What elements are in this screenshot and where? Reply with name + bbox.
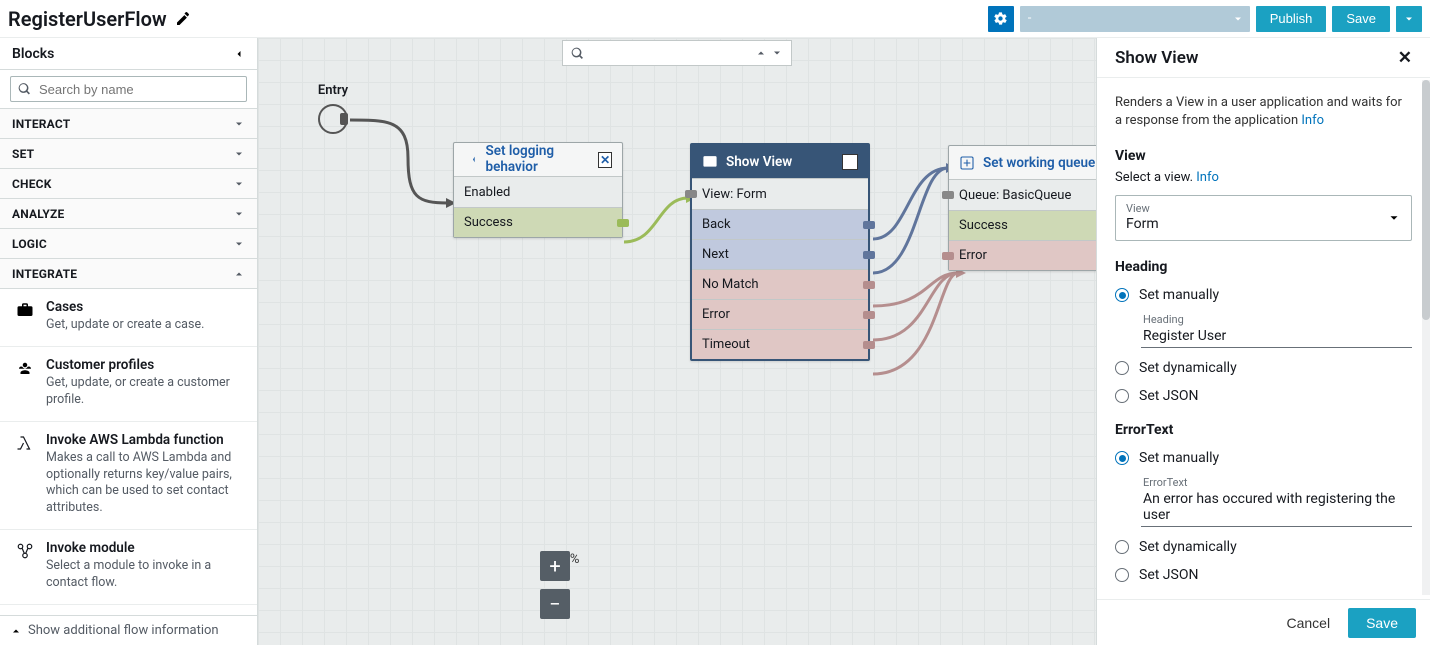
- block-show-view[interactable]: Show ViewRenders a View in a user applic…: [0, 605, 257, 615]
- chevron-down-icon: [233, 148, 245, 160]
- zoom-out-button[interactable]: −: [540, 589, 570, 619]
- chevron-up-icon[interactable]: [755, 47, 767, 59]
- toggle-icon: [464, 152, 477, 168]
- search-icon: [571, 47, 584, 60]
- block-search: [10, 76, 247, 102]
- status-select-value: -: [1028, 11, 1032, 26]
- sidebar-header: Blocks: [0, 38, 257, 70]
- heading-set-json[interactable]: Set JSON: [1115, 388, 1412, 404]
- view-info-link[interactable]: Info: [1196, 170, 1219, 185]
- block-list: CasesGet, update or create a case. Custo…: [0, 289, 257, 615]
- chevron-up-icon: [10, 625, 22, 637]
- block-cases[interactable]: CasesGet, update or create a case.: [0, 289, 257, 347]
- close-icon[interactable]: ✕: [598, 152, 612, 168]
- category-check[interactable]: CHECK: [0, 169, 257, 199]
- node-show-view[interactable]: Show View ✕ View: Form Back Next No Matc…: [690, 143, 870, 361]
- node-set-queue[interactable]: Set working queue Queue: BasicQueue Succ…: [948, 145, 1096, 271]
- close-icon[interactable]: ✕: [842, 154, 858, 170]
- node-set-logging[interactable]: Set logging behavior ✕ Enabled Success: [453, 142, 623, 238]
- heading-set-manually[interactable]: Set manually: [1115, 287, 1412, 303]
- category-integrate[interactable]: INTEGRATE: [0, 259, 257, 289]
- chevron-down-icon: [233, 118, 245, 130]
- error-set-manually[interactable]: Set manually: [1115, 450, 1412, 466]
- chevron-down-icon: [233, 208, 245, 220]
- cancel-button[interactable]: Cancel: [1278, 611, 1338, 635]
- panel-save-button[interactable]: Save: [1348, 608, 1416, 638]
- chevron-down-icon: [1403, 13, 1415, 25]
- category-logic[interactable]: LOGIC: [0, 229, 257, 259]
- blocks-sidebar: Blocks INTERACT SET CHECK ANALYZE LOGIC …: [0, 38, 258, 645]
- block-customer-profiles[interactable]: Customer profilesGet, update, or create …: [0, 347, 257, 422]
- errortext-input[interactable]: ErrorText An error has occured with regi…: [1141, 476, 1412, 527]
- block-invoke-module[interactable]: Invoke moduleSelect a module to invoke i…: [0, 530, 257, 605]
- flow-canvas[interactable]: 100% + − Entry: [258, 38, 1096, 645]
- chevron-down-icon: [233, 178, 245, 190]
- heading-input[interactable]: Heading Register User: [1141, 313, 1412, 348]
- error-set-dynamically[interactable]: Set dynamically: [1115, 539, 1412, 555]
- block-invoke-lambda[interactable]: Invoke AWS Lambda functionMakes a call t…: [0, 422, 257, 531]
- profile-icon: [16, 359, 34, 377]
- error-set-json[interactable]: Set JSON: [1115, 567, 1412, 583]
- heading-section: Heading: [1115, 259, 1412, 275]
- heading-set-dynamically[interactable]: Set dynamically: [1115, 360, 1412, 376]
- errortext-section: ErrorText: [1115, 422, 1412, 438]
- flow-title-wrap: RegisterUserFlow: [8, 7, 191, 31]
- scrollbar[interactable]: [1422, 80, 1430, 595]
- chevron-up-icon: [233, 268, 245, 280]
- module-icon: [16, 542, 34, 560]
- queue-icon: [959, 155, 975, 171]
- save-options-button[interactable]: [1396, 6, 1422, 32]
- category-set[interactable]: SET: [0, 139, 257, 169]
- entry-circle-icon: [318, 104, 348, 134]
- briefcase-icon: [16, 301, 34, 319]
- view-dropdown[interactable]: View Form: [1115, 195, 1412, 241]
- view-section-heading: View: [1115, 148, 1412, 164]
- flow-title: RegisterUserFlow: [8, 7, 167, 31]
- status-select[interactable]: -: [1020, 6, 1250, 32]
- publish-button[interactable]: Publish: [1256, 6, 1327, 32]
- chevron-down-icon[interactable]: [771, 47, 783, 59]
- save-button[interactable]: Save: [1332, 6, 1390, 32]
- category-interact[interactable]: INTERACT: [0, 109, 257, 139]
- edit-title-icon[interactable]: [175, 11, 191, 27]
- properties-panel: Show View ✕ Renders a View in a user app…: [1096, 38, 1430, 645]
- zoom-in-button[interactable]: +: [540, 551, 570, 581]
- chevron-down-icon: [233, 238, 245, 250]
- view-icon: [702, 154, 718, 170]
- category-analyze[interactable]: ANALYZE: [0, 199, 257, 229]
- canvas-search[interactable]: [562, 40, 792, 66]
- collapse-sidebar-icon[interactable]: [233, 48, 245, 60]
- app-header: RegisterUserFlow - Publish Save: [0, 0, 1430, 38]
- panel-title: Show View: [1115, 48, 1198, 68]
- sidebar-title: Blocks: [12, 46, 54, 62]
- panel-description: Renders a View in a user application and…: [1115, 94, 1412, 130]
- close-icon[interactable]: ✕: [1398, 48, 1412, 68]
- chevron-down-icon: [1232, 13, 1244, 25]
- entry-node[interactable]: Entry: [303, 83, 363, 134]
- show-additional-flow-info[interactable]: Show additional flow information: [0, 615, 257, 645]
- info-link[interactable]: Info: [1301, 113, 1324, 128]
- search-icon: [18, 83, 31, 96]
- search-input[interactable]: [10, 76, 247, 102]
- settings-button[interactable]: [988, 6, 1014, 32]
- lambda-icon: [16, 434, 34, 452]
- chevron-down-icon: [1387, 211, 1401, 225]
